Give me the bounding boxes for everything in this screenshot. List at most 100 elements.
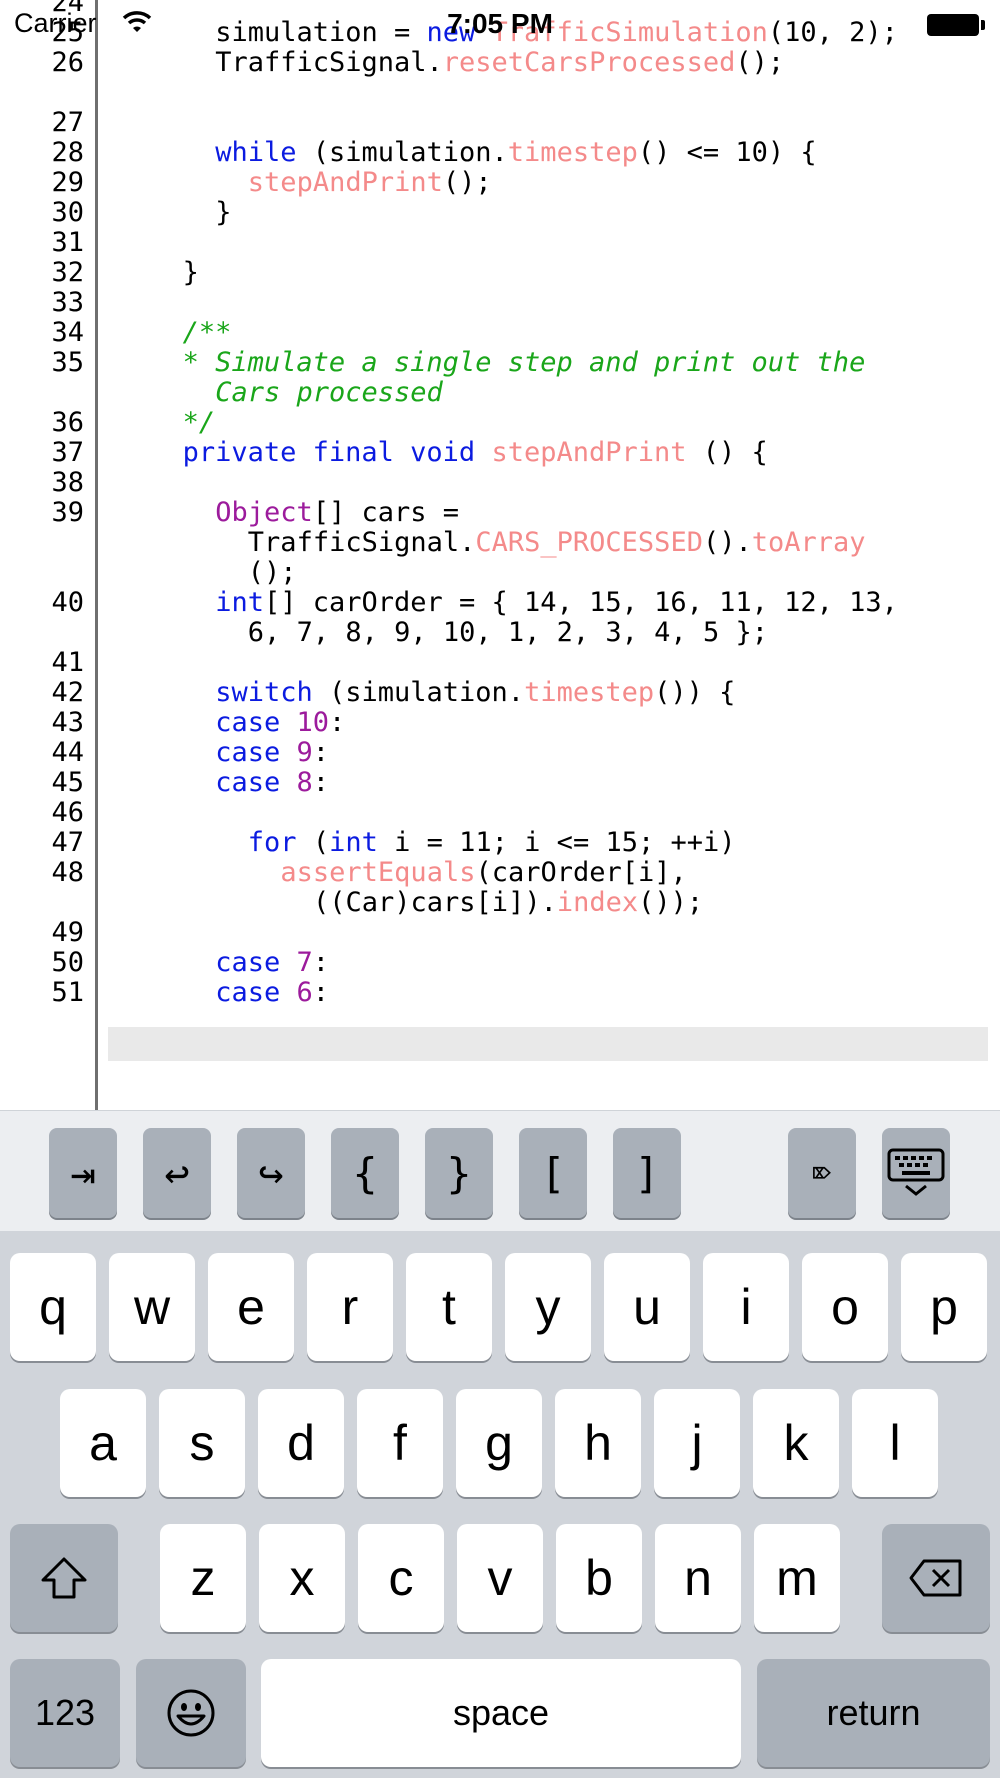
code-line[interactable]: 43 case 10: <box>0 706 1000 740</box>
code-line[interactable]: 33 <box>0 286 1000 320</box>
key-v[interactable]: v <box>457 1524 543 1632</box>
code-line[interactable]: 26 TrafficSignal.resetCarsProcessed(); <box>0 46 1000 80</box>
emoji-key[interactable] <box>136 1659 246 1767</box>
dismiss-keyboard-button[interactable] <box>882 1128 950 1218</box>
key-g[interactable]: g <box>456 1389 542 1497</box>
code-token: Cars processed <box>215 377 443 408</box>
key-z[interactable]: z <box>160 1524 246 1632</box>
code-line[interactable]: 29 stepAndPrint(); <box>0 166 1000 200</box>
key-h[interactable]: h <box>555 1389 641 1497</box>
numbers-key[interactable]: 123 <box>10 1659 120 1767</box>
code-token: for <box>247 827 297 858</box>
code-text: Cars processed <box>215 376 1000 410</box>
code-line[interactable]: TrafficSignal.CARS_PROCESSED().toArray <box>0 526 1000 560</box>
code-line[interactable]: 35 * Simulate a single step and print out… <box>0 346 1000 380</box>
symbol-key[interactable]: [ <box>519 1128 587 1218</box>
key-r[interactable]: r <box>307 1253 393 1361</box>
code-token: } <box>182 257 199 288</box>
code-line[interactable]: 39 Object[] cars = <box>0 496 1000 530</box>
key-o[interactable]: o <box>802 1253 888 1361</box>
key-k[interactable]: k <box>753 1389 839 1497</box>
code-token: case <box>215 977 297 1008</box>
code-line[interactable]: 40 int[] carOrder = { 14, 15, 16, 11, 12,… <box>0 586 1000 620</box>
code-line[interactable]: 34 /** <box>0 316 1000 350</box>
code-line[interactable]: (); <box>0 556 1000 590</box>
backspace-icon <box>909 1559 962 1597</box>
key-t[interactable]: t <box>406 1253 492 1361</box>
code-text: (); <box>248 556 1000 590</box>
key-f[interactable]: f <box>357 1389 443 1497</box>
code-line[interactable]: 47 for (int i = 11; i <= 15; ++i) <box>0 826 1000 860</box>
line-number: 41 <box>51 647 84 678</box>
code-text: case 10: <box>215 706 1000 740</box>
code-editor[interactable]: 24 25 simulation = new TrafficSimulation(1… <box>0 0 1000 1110</box>
code-token: : <box>312 737 329 768</box>
code-line[interactable]: 41 <box>0 646 1000 680</box>
code-line[interactable]: 44 case 9: <box>0 736 1000 770</box>
emoji-icon <box>167 1689 215 1737</box>
code-token: () <= 10) { <box>637 137 817 168</box>
code-line[interactable]: 32} <box>0 256 1000 290</box>
code-line[interactable]: 36 */ <box>0 406 1000 440</box>
code-line[interactable]: ((Car)cars[i]).index()); <box>0 886 1000 920</box>
code-line[interactable]: Cars processed <box>0 376 1000 410</box>
code-token: (); <box>735 47 785 78</box>
forward-delete-key[interactable]: ⌦ <box>788 1128 856 1218</box>
key-i[interactable]: i <box>703 1253 789 1361</box>
space-key[interactable]: space <box>261 1659 741 1767</box>
code-line[interactable]: 42 switch (simulation.timestep()) { <box>0 676 1000 710</box>
key-p[interactable]: p <box>901 1253 987 1361</box>
key-m[interactable]: m <box>754 1524 840 1632</box>
code-token: ()); <box>638 887 704 918</box>
code-line[interactable]: 45 case 8: <box>0 766 1000 800</box>
code-token: case <box>215 737 297 768</box>
code-line[interactable]: 31 <box>0 226 1000 260</box>
code-token: (simulation. <box>296 137 508 168</box>
tab-key[interactable]: ⇥ <box>49 1128 117 1218</box>
key-s[interactable]: s <box>159 1389 245 1497</box>
code-line[interactable]: 27 <box>0 106 1000 140</box>
return-key[interactable]: return <box>757 1659 990 1767</box>
code-line[interactable]: 48 assertEquals(carOrder[i], <box>0 856 1000 890</box>
key-w[interactable]: w <box>109 1253 195 1361</box>
key-e[interactable]: e <box>208 1253 294 1361</box>
line-number: 28 <box>51 137 84 168</box>
symbol-key[interactable]: { <box>331 1128 399 1218</box>
dismiss-keyboard-icon <box>887 1148 945 1196</box>
code-text: TrafficSignal.CARS_PROCESSED().toArray <box>248 526 1000 560</box>
redo-key[interactable]: ↪ <box>237 1128 305 1218</box>
code-line[interactable]: 37 private final void stepAndPrint () { <box>0 436 1000 470</box>
backspace-key[interactable] <box>882 1524 990 1632</box>
code-line[interactable]: 51 case 6: <box>0 976 1000 1010</box>
key-x[interactable]: x <box>259 1524 345 1632</box>
key-a[interactable]: a <box>60 1389 146 1497</box>
code-line[interactable]: 6, 7, 8, 9, 10, 1, 2, 3, 4, 5 }; <box>0 616 1000 650</box>
code-line[interactable]: 50 case 7: <box>0 946 1000 980</box>
key-y[interactable]: y <box>505 1253 591 1361</box>
key-b[interactable]: b <box>556 1524 642 1632</box>
code-token: index <box>556 887 639 918</box>
key-l[interactable]: l <box>852 1389 938 1497</box>
key-j[interactable]: j <box>654 1389 740 1497</box>
undo-key[interactable]: ↩ <box>143 1128 211 1218</box>
symbol-key[interactable]: } <box>425 1128 493 1218</box>
code-line[interactable]: 49 <box>0 916 1000 950</box>
key-u[interactable]: u <box>604 1253 690 1361</box>
code-line[interactable]: 46 <box>0 796 1000 830</box>
key-d[interactable]: d <box>258 1389 344 1497</box>
key-label: space <box>452 1692 550 1733</box>
key-n[interactable]: n <box>655 1524 741 1632</box>
key-label: e <box>237 1279 265 1335</box>
code-line[interactable]: 30} <box>0 196 1000 230</box>
line-number: 45 <box>51 767 84 798</box>
key-c[interactable]: c <box>358 1524 444 1632</box>
code-line[interactable]: 28 while (simulation.timestep() <= 10) { <box>0 136 1000 170</box>
code-line[interactable]: 38 <box>0 466 1000 500</box>
code-token: timestep <box>507 137 638 168</box>
code-text: } <box>215 196 1000 230</box>
key-q[interactable]: q <box>10 1253 96 1361</box>
forward-delete-icon: ⌦ <box>812 1155 832 1191</box>
shift-key[interactable] <box>10 1524 118 1632</box>
symbol-key[interactable]: ] <box>613 1128 681 1218</box>
code-text: */ <box>183 406 1000 440</box>
